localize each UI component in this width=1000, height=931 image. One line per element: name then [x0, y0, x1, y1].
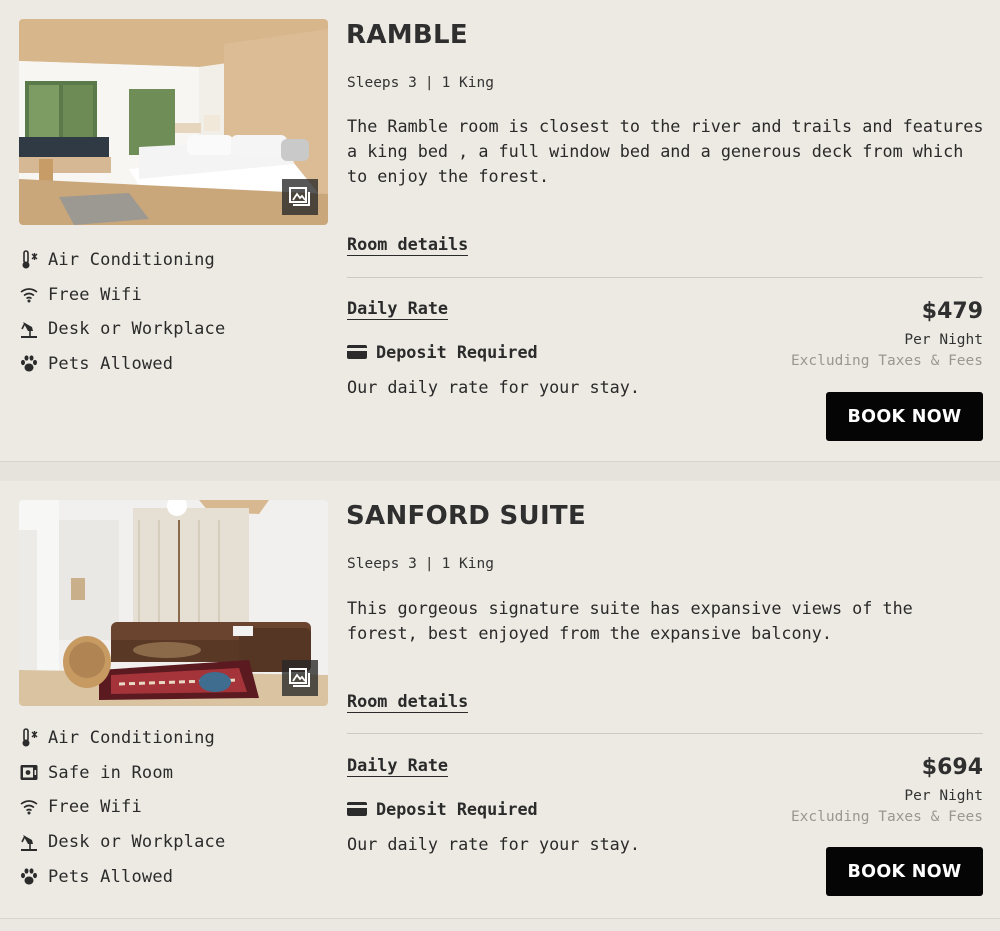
rate-note: Our daily rate for your stay. — [347, 377, 640, 397]
room-title: SANFORD SUITE — [346, 501, 587, 531]
amenity-free-wifi: Free Wifi — [19, 278, 225, 313]
thermometer-snow-icon — [19, 250, 39, 270]
wifi-icon — [19, 797, 39, 817]
credit-card-icon — [347, 345, 367, 359]
amenity-desk: Desk or Workplace — [19, 825, 225, 860]
deposit-label: Deposit Required — [376, 799, 538, 819]
book-now-button[interactable]: BOOK NOW — [826, 847, 983, 896]
thermometer-snow-icon — [19, 728, 39, 748]
per-night-label: Per Night — [904, 788, 983, 804]
sleeps-text: Sleeps 3 — [347, 75, 417, 91]
room-description: The Ramble room is closest to the river … — [347, 116, 984, 186]
amenity-air-conditioning: Air Conditioning — [19, 243, 225, 278]
wifi-icon — [19, 285, 39, 305]
excluding-taxes-label: Excluding Taxes & Fees — [790, 353, 983, 369]
amenity-safe: Safe in Room — [19, 756, 225, 791]
daily-rate-label[interactable]: Daily Rate — [347, 755, 449, 777]
room-details-link[interactable]: Room details — [347, 234, 469, 256]
excluding-taxes-label: Excluding Taxes & Fees — [790, 809, 983, 825]
amenity-label: Free Wifi — [48, 284, 142, 305]
amenity-desk: Desk or Workplace — [19, 312, 225, 347]
daily-rate-label[interactable]: Daily Rate — [347, 298, 449, 320]
amenity-label: Free Wifi — [48, 797, 142, 818]
beds-text: 1 King — [441, 556, 494, 572]
room-price: $694 — [921, 755, 983, 780]
amenity-free-wifi: Free Wifi — [19, 790, 225, 825]
amenity-pets: Pets Allowed — [19, 347, 225, 382]
gallery-icon — [289, 187, 310, 206]
amenity-label: Air Conditioning — [48, 250, 215, 271]
divider — [347, 733, 983, 734]
amenity-label: Desk or Workplace — [48, 832, 226, 853]
room-photo[interactable] — [19, 500, 328, 706]
rate-note: Our daily rate for your stay. — [347, 834, 640, 854]
deposit-label: Deposit Required — [376, 342, 538, 362]
amenity-label: Air Conditioning — [48, 728, 215, 749]
desk-lamp-icon — [19, 319, 39, 339]
per-night-label: Per Night — [904, 332, 983, 348]
amenities-list: Air Conditioning Safe in Room Free Wifi … — [19, 721, 225, 894]
separator: | — [424, 556, 434, 572]
card-gap — [0, 462, 1000, 481]
amenity-label: Desk or Workplace — [48, 319, 226, 340]
credit-card-icon — [347, 802, 367, 816]
room-title: RAMBLE — [346, 20, 468, 50]
amenities-list: Air Conditioning Free Wifi Desk or Workp… — [19, 243, 225, 381]
deposit-required: Deposit Required — [347, 342, 538, 362]
room-details-link[interactable]: Room details — [347, 691, 469, 713]
amenity-label: Pets Allowed — [48, 866, 174, 887]
beds-text: 1 King — [441, 75, 494, 91]
separator: | — [424, 75, 434, 91]
amenity-pets: Pets Allowed — [19, 859, 225, 894]
room-capacity: Sleeps 3 | 1 King — [347, 556, 494, 572]
book-now-button[interactable]: BOOK NOW — [826, 392, 983, 441]
room-card-ramble: Air Conditioning Free Wifi Desk or Workp… — [0, 0, 1000, 462]
divider — [347, 277, 983, 278]
room-capacity: Sleeps 3 | 1 King — [347, 75, 494, 91]
paw-icon — [19, 867, 39, 887]
room-description: This gorgeous signature suite has expans… — [347, 598, 913, 643]
amenity-label: Safe in Room — [48, 762, 174, 783]
paw-icon — [19, 354, 39, 374]
gallery-icon — [289, 668, 310, 687]
sleeps-text: Sleeps 3 — [347, 556, 417, 572]
desk-lamp-icon — [19, 832, 39, 852]
safe-icon — [19, 763, 39, 783]
room-price: $479 — [921, 299, 983, 324]
room-photo[interactable] — [19, 19, 328, 225]
amenity-air-conditioning: Air Conditioning — [19, 721, 225, 756]
deposit-required: Deposit Required — [347, 799, 538, 819]
room-card-sanford-suite: Air Conditioning Safe in Room Free Wifi … — [0, 481, 1000, 919]
gallery-button[interactable] — [282, 660, 318, 696]
amenity-label: Pets Allowed — [48, 354, 174, 375]
gallery-button[interactable] — [282, 179, 318, 215]
